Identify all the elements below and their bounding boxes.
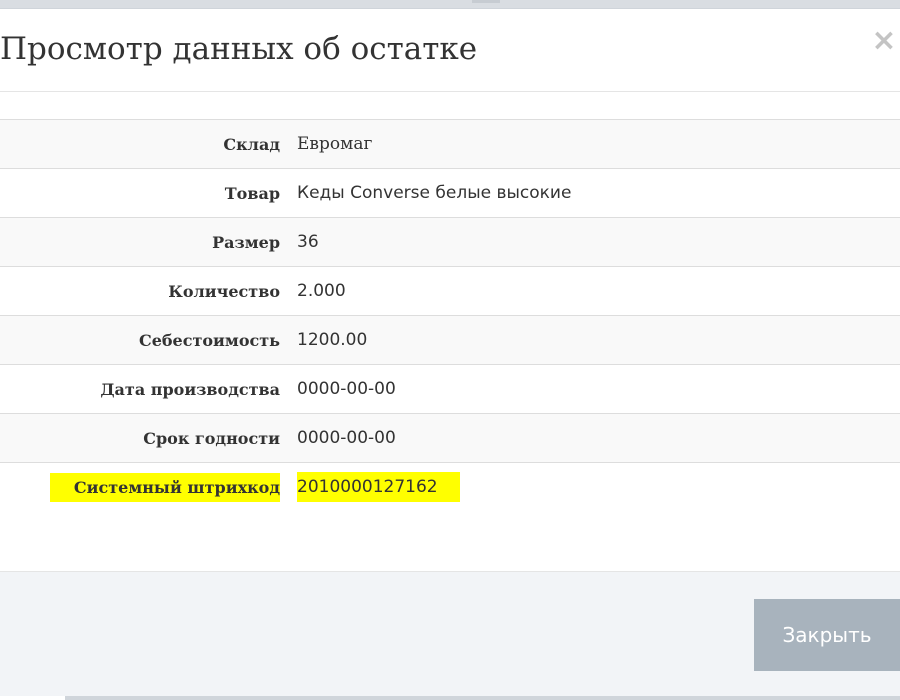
modal-footer: Закрыть [0,571,900,697]
table-row: Системный штрихкод 2010000127162 [0,462,900,512]
table-row: Склад Евромаг [0,119,900,169]
row-label-product: Товар [224,183,280,203]
barcode-label-highlight: Системный штрихкод [49,472,280,502]
row-label-size: Размер [212,232,280,252]
stock-details-table: Склад Евромаг Товар Кеды Converse белые … [0,119,900,512]
row-value-warehouse: Евромаг [297,134,373,154]
stock-details-modal: Просмотр данных об остатке × Склад Евром… [0,8,900,697]
close-icon[interactable]: × [870,25,898,57]
row-label-production-date: Дата производства [100,379,280,399]
table-row: Срок годности 0000-00-00 [0,413,900,463]
background-page-edge [472,0,500,3]
row-label-cost: Себестоимость [138,330,280,350]
row-value-production-date: 0000-00-00 [297,379,396,399]
row-label-system-barcode: Системный штрихкод [0,463,280,512]
row-value-expiry-date: 0000-00-00 [297,428,396,448]
row-label-expiry-date: Срок годности [143,428,280,448]
table-row: Товар Кеды Converse белые высокие [0,168,900,218]
modal-header: Просмотр данных об остатке × [0,9,900,92]
background-page-bottom-left [0,696,65,700]
close-button[interactable]: Закрыть [754,599,900,671]
background-page-bottom [0,696,900,700]
table-row: Размер 36 [0,217,900,267]
row-value-cost: 1200.00 [297,330,368,350]
row-label-quantity: Количество [168,281,280,301]
row-value-size: 36 [297,232,319,252]
row-value-system-barcode: 2010000127162 [280,463,900,512]
row-label-warehouse: Склад [223,134,280,154]
row-value-product: Кеды Converse белые высокие [297,183,572,203]
table-row: Себестоимость 1200.00 [0,315,900,365]
table-row: Количество 2.000 [0,266,900,316]
background-page-top [0,0,900,8]
modal-title: Просмотр данных об остатке [0,31,478,67]
table-row: Дата производства 0000-00-00 [0,364,900,414]
barcode-value-highlight: 2010000127162 [297,472,460,503]
row-value-quantity: 2.000 [297,281,346,301]
